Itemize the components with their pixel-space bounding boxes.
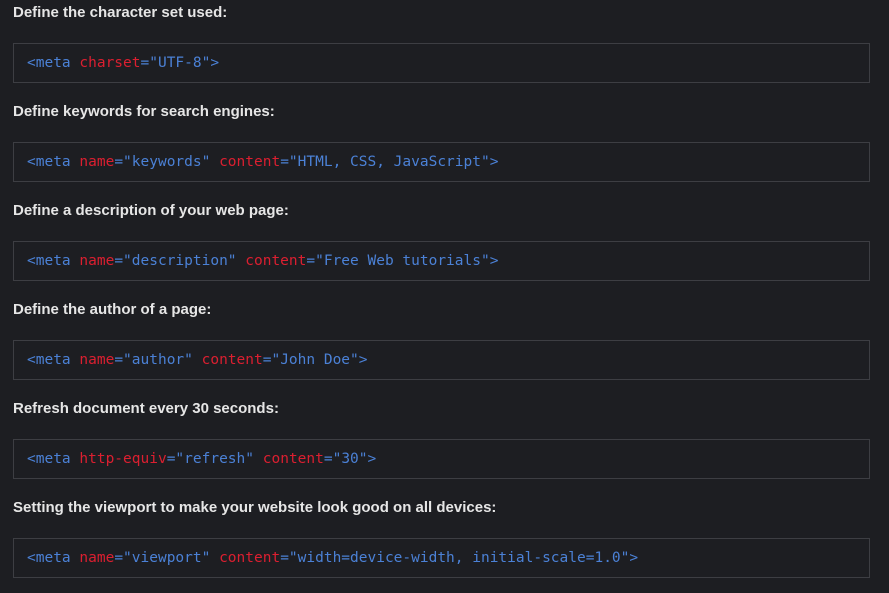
- code-token-attr: content: [245, 253, 307, 269]
- code-token-attr: name: [79, 154, 115, 170]
- example-section-refresh: Refresh document every 30 seconds: <meta …: [13, 400, 870, 479]
- code-token-tag: <meta: [27, 550, 71, 566]
- code-token-val: ="viewport": [114, 550, 211, 566]
- example-section-keywords: Define keywords for search engines: <meta…: [13, 103, 870, 182]
- code-example-box[interactable]: <meta name="viewport" content="width=dev…: [13, 538, 870, 578]
- code-token-val: ="width=device-width, initial-scale=1.0": [280, 550, 630, 566]
- code-example-box[interactable]: <meta http-equiv="refresh" content="30">: [13, 439, 870, 479]
- code-token-attr: content: [262, 451, 324, 467]
- example-heading: Define the character set used:: [13, 4, 228, 21]
- code-token-attr: name: [79, 253, 115, 269]
- code-token-tag: >: [358, 352, 368, 368]
- example-heading: Define a description of your web page:: [13, 202, 289, 219]
- example-section-viewport: Setting the viewport to make your websit…: [13, 499, 870, 578]
- code-token-val: ="description": [114, 253, 237, 269]
- example-heading: Setting the viewport to make your websit…: [13, 499, 497, 516]
- code-token-val: ="30": [323, 451, 368, 467]
- code-token-tag: >: [489, 253, 499, 269]
- code-token-val: ="Free Web tutorials": [306, 253, 490, 269]
- code-example-box[interactable]: <meta name="keywords" content="HTML, CSS…: [13, 142, 870, 182]
- code-token-attr: content: [219, 154, 281, 170]
- code-token-tag: <meta: [27, 451, 71, 467]
- code-token-val: ="John Doe": [262, 352, 359, 368]
- code-token-attr: http-equiv: [79, 451, 167, 467]
- code-token-tag: >: [489, 154, 499, 170]
- example-heading: Define the author of a page:: [13, 301, 212, 318]
- code-token-attr: name: [79, 352, 115, 368]
- code-token-tag: >: [367, 451, 377, 467]
- code-token-val: ="HTML, CSS, JavaScript": [280, 154, 490, 170]
- example-heading: Refresh document every 30 seconds:: [13, 400, 279, 417]
- code-token-attr: charset: [79, 55, 141, 71]
- example-section-author: Define the author of a page: <meta name="…: [13, 301, 870, 380]
- code-example-box[interactable]: <meta charset="UTF-8">: [13, 43, 870, 83]
- code-token-tag: >: [210, 55, 220, 71]
- example-section-charset: Define the character set used: <meta char…: [13, 4, 870, 83]
- code-token-attr: name: [79, 550, 115, 566]
- code-token-tag: >: [629, 550, 639, 566]
- example-section-description: Define a description of your web page: <m…: [13, 202, 870, 281]
- page: { "examples": [ { "heading": "Define the…: [0, 0, 889, 593]
- code-token-tag: <meta: [27, 253, 71, 269]
- code-token-attr: content: [219, 550, 281, 566]
- code-token-val: ="refresh": [166, 451, 255, 467]
- code-token-val: ="keywords": [114, 154, 211, 170]
- code-token-tag: <meta: [27, 55, 71, 71]
- code-token-val: ="UTF-8": [140, 55, 211, 71]
- code-token-attr: content: [201, 352, 263, 368]
- code-token-val: ="author": [114, 352, 193, 368]
- code-token-tag: <meta: [27, 154, 71, 170]
- code-token-tag: <meta: [27, 352, 71, 368]
- code-example-box[interactable]: <meta name="description" content="Free W…: [13, 241, 870, 281]
- code-example-box[interactable]: <meta name="author" content="John Doe">: [13, 340, 870, 380]
- example-heading: Define keywords for search engines:: [13, 103, 275, 120]
